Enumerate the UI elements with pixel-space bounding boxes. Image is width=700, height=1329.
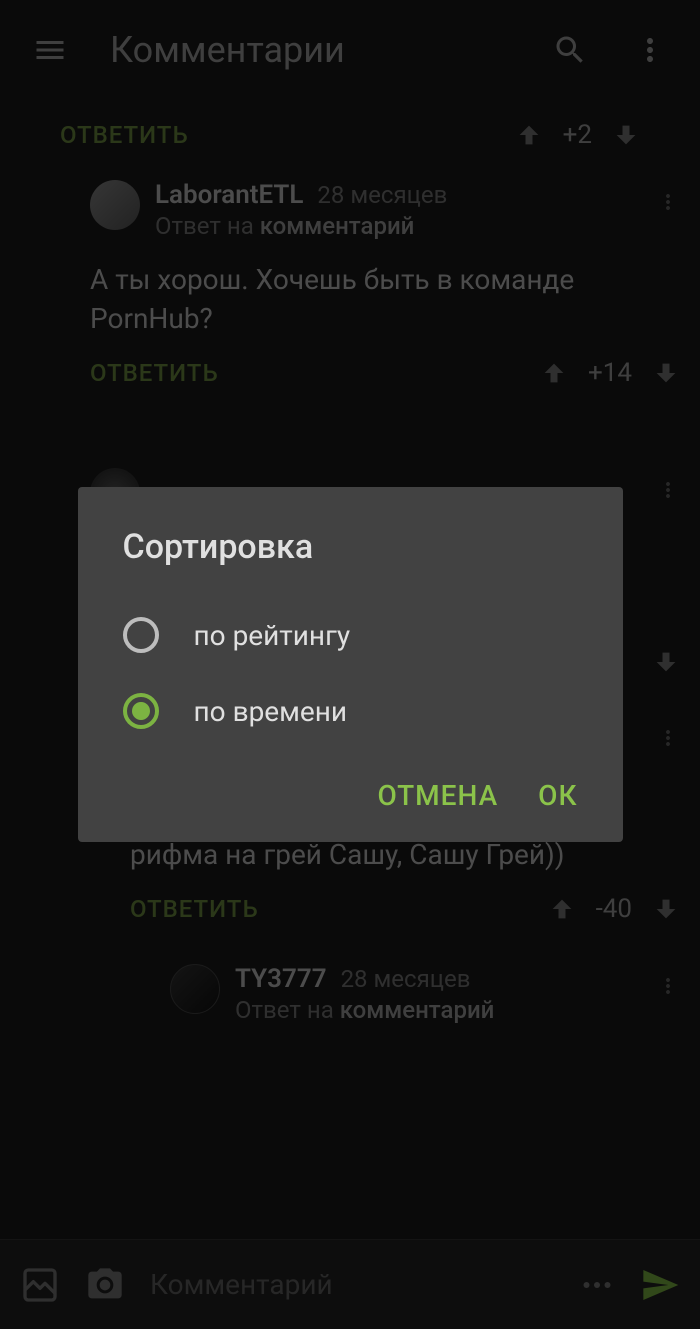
radio-unchecked-icon [123,617,159,653]
cancel-button[interactable]: ОТМЕНА [377,779,498,812]
radio-label: по времени [194,695,348,728]
ok-button[interactable]: ОК [538,779,577,812]
sort-option-time[interactable]: по времени [78,673,623,749]
sort-dialog: Сортировка по рейтингу по времени ОТМЕНА… [78,487,623,842]
modal-overlay[interactable]: Сортировка по рейтингу по времени ОТМЕНА… [0,0,700,1329]
radio-checked-icon [123,693,159,729]
dialog-title: Сортировка [78,527,623,597]
radio-label: по рейтингу [194,619,351,652]
sort-option-rating[interactable]: по рейтингу [78,597,623,673]
